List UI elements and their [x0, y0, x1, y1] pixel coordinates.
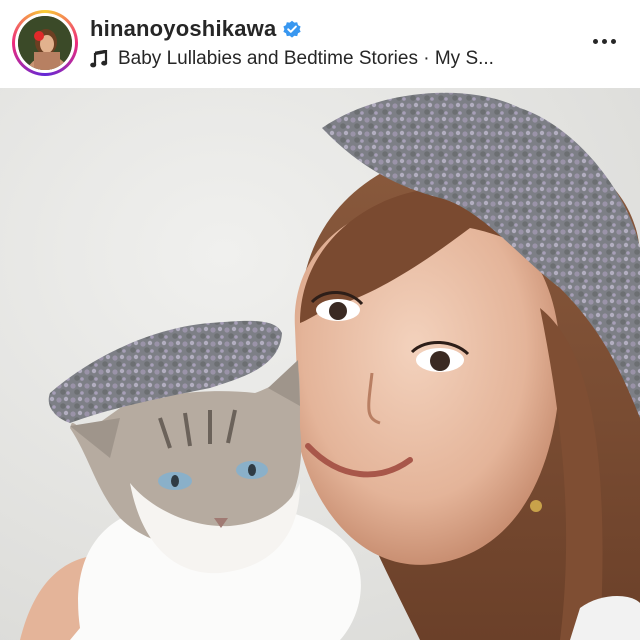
audio-attribution[interactable]: Baby Lullabies and Bedtime Stories · My … — [90, 46, 494, 72]
story-ring[interactable] — [12, 10, 78, 76]
username-link[interactable]: hinanoyoshikawa — [90, 16, 276, 42]
avatar-image — [18, 16, 72, 70]
more-options-icon — [610, 38, 616, 44]
post-header: hinanoyoshikawa Baby Lullabies and Bedti… — [0, 0, 640, 88]
more-options-icon — [592, 38, 598, 44]
music-note-icon — [90, 49, 108, 68]
verified-badge-icon — [282, 19, 302, 39]
audio-title: Baby Lullabies and Bedtime Stories · My … — [118, 48, 494, 69]
instagram-post: hinanoyoshikawa Baby Lullabies and Bedti… — [0, 0, 640, 640]
more-options-button[interactable] — [586, 28, 622, 54]
username-row: hinanoyoshikawa — [90, 14, 302, 44]
more-options-icon — [601, 38, 607, 44]
photo-image — [0, 88, 640, 640]
post-photo[interactable] — [0, 88, 640, 640]
avatar[interactable] — [18, 16, 72, 70]
avatar-gap — [15, 13, 75, 73]
